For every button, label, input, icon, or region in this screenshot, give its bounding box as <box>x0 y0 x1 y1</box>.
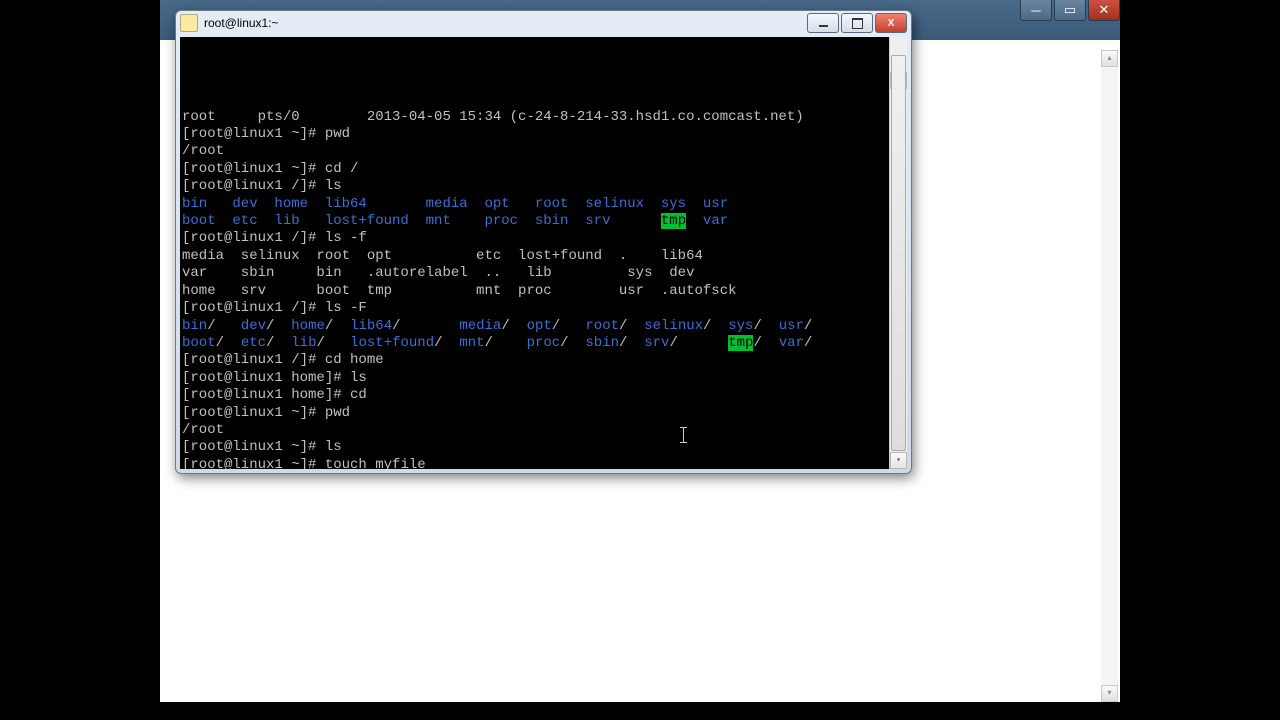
dir: sys <box>728 318 753 334</box>
background-scrollbar[interactable]: ▴ ▾ <box>1101 50 1118 702</box>
output: var sbin bin .autorelabel .. lib sys dev <box>182 265 694 281</box>
dir: var <box>779 335 804 351</box>
slash: / <box>434 335 459 351</box>
terminal[interactable]: ▴ ▾ root pts/0 2013-04-05 15:34 (c-24-8-… <box>180 37 907 469</box>
dir: home <box>291 318 325 334</box>
command: pwd <box>325 126 350 142</box>
scroll-down-icon[interactable]: ▾ <box>890 452 907 469</box>
slash: / <box>804 335 812 351</box>
putty-maximize-button[interactable] <box>841 13 873 33</box>
ls-dirs: usr <box>686 196 728 212</box>
prompt: [root@linux1 /]# <box>182 352 325 368</box>
dir: srv <box>644 335 669 351</box>
slash: / <box>392 318 459 334</box>
dir: media <box>459 318 501 334</box>
slash: / <box>207 318 241 334</box>
dir: selinux <box>644 318 703 334</box>
bg-scroll-up-icon[interactable]: ▴ <box>1101 50 1118 67</box>
command: touch myfile <box>325 457 426 469</box>
dir: dev <box>241 318 266 334</box>
tmp-dir: tmp <box>661 213 686 229</box>
slash: / <box>804 318 812 334</box>
bg-minimize-button[interactable]: ─ <box>1020 0 1052 21</box>
slash: / <box>619 318 644 334</box>
letterbox-left <box>0 0 160 720</box>
putty-window-controls: X <box>807 13 907 33</box>
terminal-scrollbar[interactable]: ▴ ▾ <box>889 37 907 469</box>
putty-minimize-button[interactable] <box>807 13 839 33</box>
scroll-thumb[interactable] <box>891 55 906 451</box>
slash: / <box>316 335 350 351</box>
dir: boot <box>182 335 216 351</box>
dir: usr <box>779 318 804 334</box>
slash: / <box>266 335 291 351</box>
dir: sbin <box>585 335 619 351</box>
slash: / <box>753 335 778 351</box>
bg-scroll-down-icon[interactable]: ▾ <box>1101 685 1118 702</box>
login-line: root pts/0 2013-04-05 15:34 (c-24-8-214-… <box>182 109 804 125</box>
prompt: [root@linux1 /]# <box>182 230 325 246</box>
putty-titlebar[interactable]: root@linux1:~ X <box>176 11 911 35</box>
slash: / <box>216 335 241 351</box>
background-window-controls: ─ ▭ ✕ <box>1018 0 1120 21</box>
dir: proc <box>527 335 561 351</box>
ls-dirs: boot etc lib lost+found mnt proc sbin sr… <box>182 213 661 229</box>
output: media selinux root opt etc lost+found . … <box>182 248 703 264</box>
prompt: [root@linux1 ~]# <box>182 457 325 469</box>
bg-close-button[interactable]: ✕ <box>1088 0 1120 21</box>
dir: lib64 <box>350 318 392 334</box>
prompt: [root@linux1 ~]# <box>182 405 325 421</box>
ls-dirs: bin dev home lib64 media opt root selinu… <box>182 196 686 212</box>
text-cursor-ibeam <box>683 427 684 443</box>
ls-dirs: var <box>686 213 728 229</box>
prompt: [root@linux1 /]# <box>182 178 325 194</box>
dir: lib <box>291 335 316 351</box>
slash: / <box>703 318 728 334</box>
youtube-bar <box>160 702 1120 720</box>
command: ls -f <box>325 230 367 246</box>
slash: / <box>485 335 527 351</box>
prompt: [root@linux1 home]# <box>182 387 350 403</box>
command: cd / <box>325 161 359 177</box>
dir: opt <box>527 318 552 334</box>
slash: / <box>552 318 586 334</box>
letterbox-right <box>1120 0 1280 720</box>
prompt: [root@linux1 home]# <box>182 370 350 386</box>
slash: / <box>325 318 350 334</box>
output: home srv boot tmp mnt proc usr .autofsck <box>182 283 737 299</box>
bg-maximize-button[interactable]: ▭ <box>1054 0 1086 21</box>
dir: bin <box>182 318 207 334</box>
output: /root <box>182 143 224 159</box>
tmp-dir: tmp <box>728 335 753 351</box>
dir: etc <box>241 335 266 351</box>
slash: / <box>753 318 778 334</box>
slash: / <box>266 318 291 334</box>
dir: mnt <box>459 335 484 351</box>
command: ls <box>350 370 367 386</box>
command: ls -F <box>325 300 367 316</box>
prompt: [root@linux1 ~]# <box>182 161 325 177</box>
command: cd home <box>325 352 384 368</box>
slash: / <box>560 335 585 351</box>
putty-close-button[interactable]: X <box>875 13 907 33</box>
slash: / <box>501 318 526 334</box>
prompt: [root@linux1 ~]# <box>182 126 325 142</box>
output: /root <box>182 422 224 438</box>
command: pwd <box>325 405 350 421</box>
prompt: [root@linux1 /]# <box>182 300 325 316</box>
putty-title-text: root@linux1:~ <box>204 16 807 30</box>
putty-window: root@linux1:~ X ▴ ▾ root pts/0 2013-04-0… <box>175 10 912 474</box>
command: cd <box>350 387 367 403</box>
command: ls <box>325 178 342 194</box>
slash: / <box>619 335 644 351</box>
command: ls <box>325 439 342 455</box>
dir: root <box>585 318 619 334</box>
terminal-output: root pts/0 2013-04-05 15:34 (c-24-8-214-… <box>180 89 907 469</box>
dir: lost+found <box>350 335 434 351</box>
putty-icon <box>180 14 198 32</box>
prompt: [root@linux1 ~]# <box>182 439 325 455</box>
slash: / <box>669 335 728 351</box>
